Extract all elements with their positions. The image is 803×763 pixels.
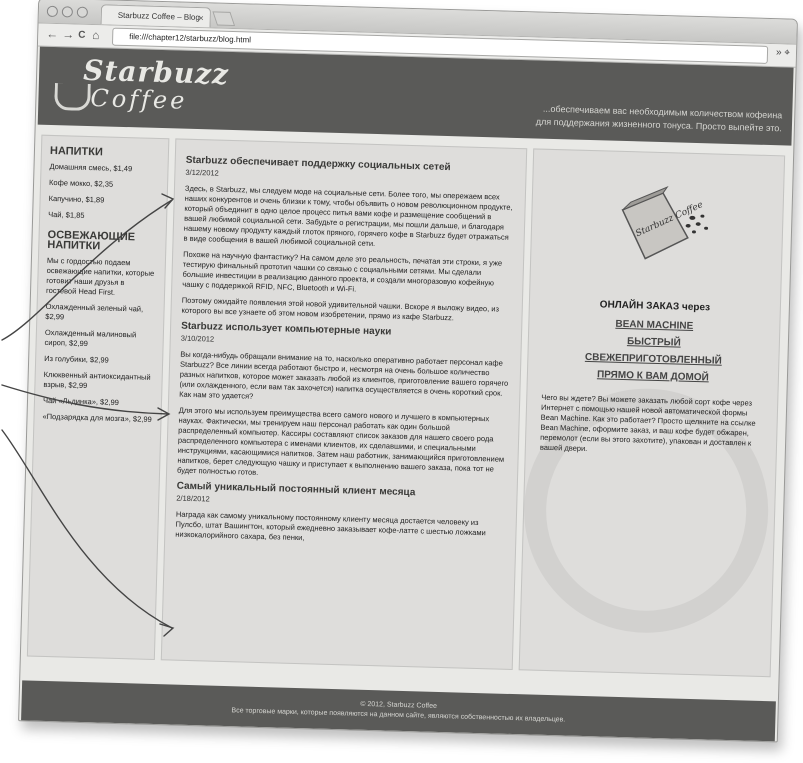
toolbar-menu-icon[interactable]: » ⌖ — [776, 47, 790, 58]
cool-drink-item: Клюквенный антиоксидантный взрыв, $2,99 — [43, 369, 151, 391]
drink-item: Чай, $1,85 — [48, 209, 85, 220]
bean-machine-link[interactable]: BEAN MACHINE — [543, 317, 765, 334]
coffee-bag-image: Starbuzz Coffee — [621, 186, 709, 260]
blog-post: Starbuzz обеспечивает поддержку социальн… — [181, 155, 515, 325]
order-link-fast[interactable]: БЫСТРЫЙ — [543, 334, 765, 351]
cool-drinks-intro: Мы с гордостью подаем освежающие напитки… — [45, 255, 155, 297]
close-window-button[interactable] — [46, 5, 59, 18]
tab-title: Starbuzz Coffee – Blog — [117, 10, 201, 23]
post-paragraph: Поэтому ожидайте появления этой новой уд… — [181, 295, 500, 323]
site-footer: © 2012, Starbuzz Coffee Все торговые мар… — [21, 680, 776, 742]
site-tagline: ...обеспечиваем вас необходимым количест… — [535, 103, 783, 134]
cool-drink-item: Чай «Льдинка», $2,99 — [42, 395, 119, 407]
order-link-fresh[interactable]: СВЕЖЕПРИГОТОВЛЕННЫЙ — [542, 351, 764, 368]
coffee-beans-icon — [685, 214, 709, 234]
page-content: НАПИТКИ Домашняя смесь, $1,49 Кофе мокко… — [21, 125, 793, 678]
post-paragraph: Похоже на научную фантастику? На самом д… — [182, 249, 503, 294]
cool-drink-item: Охлажденный малиновый сироп, $2,99 — [44, 327, 137, 349]
cool-drink-item: Охлажденный зеленый чай, $2,99 — [45, 301, 144, 322]
sidebar: НАПИТКИ Домашняя смесь, $1,49 Кофе мокко… — [26, 134, 170, 661]
blog-post: Starbuzz использует компьютерные науки 3… — [176, 321, 511, 485]
home-icon[interactable]: ⌂ — [92, 28, 100, 42]
cool-drinks-heading: ОСВЕЖАЮЩИЕ НАПИТКИ — [47, 228, 136, 253]
logo-text-coffee: Coffee — [90, 84, 188, 115]
browser-window: Starbuzz Coffee – Blog × ← → C ⌂ file://… — [18, 0, 798, 743]
post-paragraph: Награда как самому уникальному постоянно… — [175, 509, 486, 543]
drink-item: Домашняя смесь, $1,49 — [49, 161, 133, 174]
drink-item: Капучино, $1,89 — [48, 193, 105, 205]
order-panel: Starbuzz Coffee ОНЛАЙН ЗАКАЗ через BEAN … — [518, 148, 786, 678]
drinks-heading: НАПИТКИ — [49, 144, 104, 159]
post-paragraph: Для этого мы используем преимущества все… — [176, 405, 505, 477]
screenshot-scene: Starbuzz Coffee – Blog × ← → C ⌂ file://… — [0, 0, 803, 763]
order-link-home[interactable]: ПРЯМО К ВАМ ДОМОЙ — [542, 368, 764, 385]
cool-drink-item: Из голубики, $2,99 — [44, 353, 109, 365]
window-controls — [46, 5, 89, 18]
coffee-cup-icon — [54, 83, 91, 112]
reload-icon[interactable]: C — [78, 30, 86, 41]
blog-post: Самый уникальный постоянный клиент месяц… — [175, 481, 506, 549]
new-tab-button[interactable] — [212, 11, 236, 27]
minimize-window-button[interactable] — [61, 6, 74, 18]
post-paragraph: Вы когда-нибудь обращали внимание на то,… — [179, 349, 509, 401]
post-paragraph: Здесь, в Starbuzz, мы следуем моде на со… — [183, 183, 513, 249]
order-description: Чего вы ждете? Вы можете заказать любой … — [539, 392, 756, 454]
tab-close-icon[interactable]: × — [198, 8, 204, 28]
blog-main: Starbuzz обеспечивает поддержку социальн… — [160, 138, 528, 671]
url-text: file:///chapter12/starbuzz/blog.html — [129, 32, 252, 45]
tab-blog[interactable]: Starbuzz Coffee – Blog × — [100, 4, 212, 28]
order-heading: ОНЛАЙН ЗАКАЗ через — [599, 299, 711, 314]
back-icon[interactable]: ← — [46, 27, 58, 41]
cool-drink-item: «Подзарядка для мозга», $2,99 — [42, 411, 152, 424]
forward-icon[interactable]: → — [62, 27, 74, 41]
zoom-window-button[interactable] — [76, 6, 89, 18]
drink-item: Кофе мокко, $2,35 — [48, 177, 114, 189]
